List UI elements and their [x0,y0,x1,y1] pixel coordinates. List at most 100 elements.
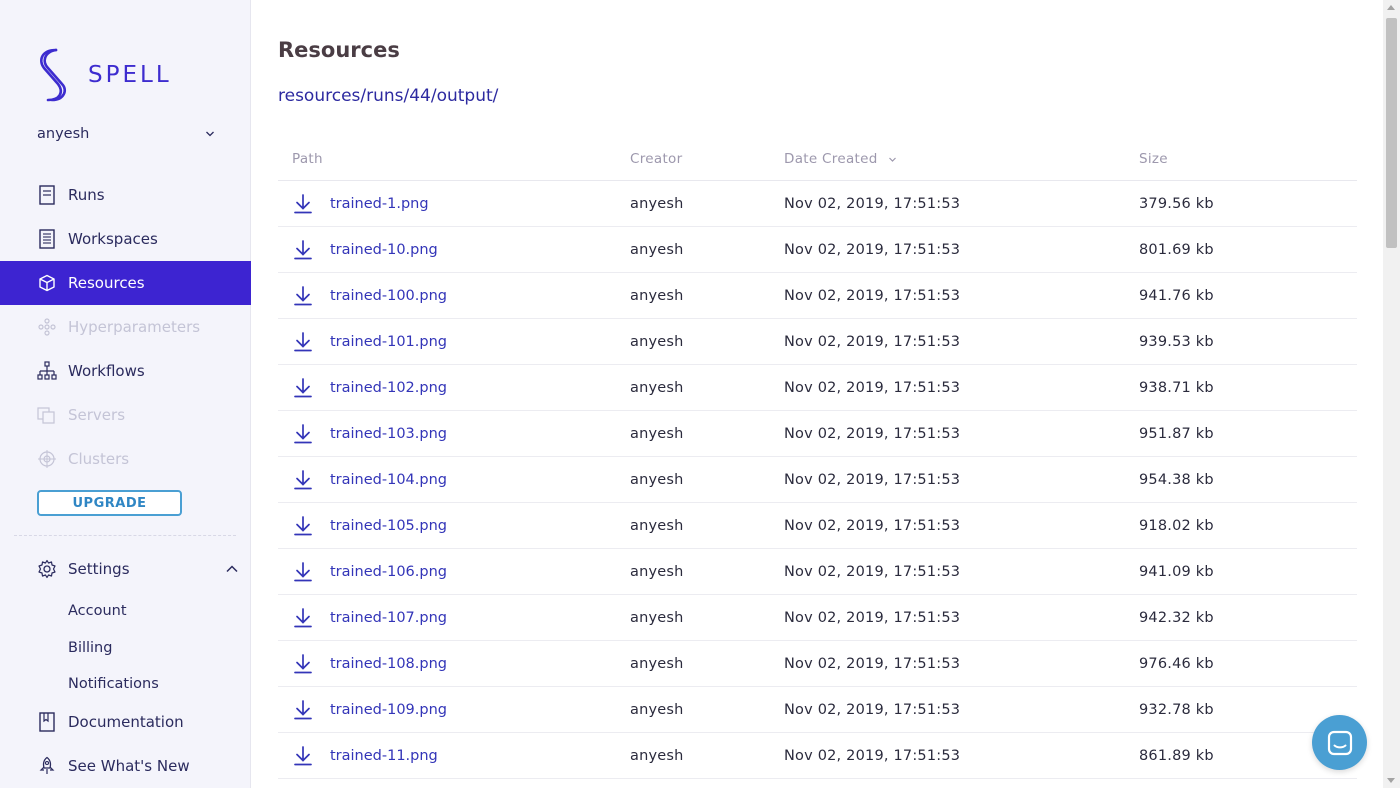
nav-label: Runs [68,186,105,204]
cell-creator: anyesh [630,517,684,534]
file-name-link[interactable]: trained-107.png [330,610,447,626]
table-body: trained-1.png anyesh Nov 02, 2019, 17:51:5… [278,181,1357,779]
spell-logo-icon [40,48,66,102]
scroll-up-arrow[interactable] [1387,5,1395,10]
file-name-link[interactable]: trained-108.png [330,656,447,672]
download-icon[interactable] [292,285,314,307]
cell-size: 932.78 kb [1139,701,1214,718]
download-icon[interactable] [292,515,314,537]
cell-size: 954.38 kb [1139,471,1214,488]
nav-item-workflows[interactable]: Workflows [0,349,251,393]
cell-creator: anyesh [630,655,684,672]
cell-date-created: Nov 02, 2019, 17:51:53 [784,655,961,672]
table-row[interactable]: trained-107.png anyesh Nov 02, 2019, 17:51… [278,595,1357,641]
cell-date-created: Nov 02, 2019, 17:51:53 [784,425,961,442]
nav-label: Servers [68,406,126,424]
subnav-item-billing[interactable]: Billing [68,630,159,667]
column-header-date-label: Date Created [784,151,878,167]
download-icon[interactable] [292,469,314,491]
download-icon[interactable] [292,423,314,445]
nav-item-hyperparameters[interactable]: Hyperparameters [0,305,251,349]
cell-date-created: Nov 02, 2019, 17:51:53 [784,471,961,488]
table-row[interactable]: trained-109.png anyesh Nov 02, 2019, 17:51… [278,687,1357,733]
table-row[interactable]: trained-108.png anyesh Nov 02, 2019, 17:51… [278,641,1357,687]
cell-size: 976.46 kb [1139,655,1214,672]
book-icon [37,712,57,732]
chat-launcher-button[interactable] [1312,715,1367,770]
chat-icon [1327,730,1352,755]
column-header-creator[interactable]: Creator [630,151,784,167]
file-name-link[interactable]: trained-101.png [330,334,447,350]
column-header-path[interactable]: Path [278,151,630,167]
cell-size: 918.02 kb [1139,517,1214,534]
download-icon[interactable] [292,561,314,583]
file-name-link[interactable]: trained-102.png [330,380,447,396]
download-icon[interactable] [292,377,314,399]
nav-item-whats-new[interactable]: See What's New [0,744,251,788]
nav-item-workspaces[interactable]: Workspaces [0,217,251,261]
file-name-link[interactable]: trained-100.png [330,288,447,304]
chevron-up-icon[interactable] [225,562,239,576]
subnav-item-account[interactable]: Account [68,593,159,630]
file-name-link[interactable]: trained-104.png [330,472,447,488]
upgrade-button[interactable]: UPGRADE [37,490,182,516]
file-name-link[interactable]: trained-106.png [330,564,447,580]
nav-item-settings[interactable]: Settings [0,547,251,591]
file-name-link[interactable]: trained-10.png [330,242,438,258]
subnav-item-notifications[interactable]: Notifications [68,666,159,703]
column-header-size[interactable]: Size [1139,151,1357,167]
column-header-date[interactable]: Date Created [784,151,1139,167]
user-switcher[interactable]: anyesh [37,126,215,142]
cell-size: 951.87 kb [1139,425,1214,442]
download-icon[interactable] [292,699,314,721]
cell-path: trained-109.png [278,699,630,721]
nav-label: Clusters [68,450,130,468]
download-icon[interactable] [292,193,314,215]
table-row[interactable]: trained-106.png anyesh Nov 02, 2019, 17:51… [278,549,1357,595]
table-row[interactable]: trained-101.png anyesh Nov 02, 2019, 17:51… [278,319,1357,365]
file-name-link[interactable]: trained-105.png [330,518,447,534]
cell-size: 942.32 kb [1139,609,1214,626]
table-row[interactable]: trained-105.png anyesh Nov 02, 2019, 17:51… [278,503,1357,549]
scrollbar-thumb[interactable] [1386,18,1397,248]
nav-item-servers[interactable]: Servers [0,393,251,437]
table-row[interactable]: trained-104.png anyesh Nov 02, 2019, 17:51… [278,457,1357,503]
download-icon[interactable] [292,239,314,261]
nav-item-documentation[interactable]: Documentation [0,700,251,744]
download-icon[interactable] [292,745,314,767]
table-row[interactable]: trained-10.png anyesh Nov 02, 2019, 17:51:… [278,227,1357,273]
file-name-link[interactable]: trained-109.png [330,702,447,718]
file-name-link[interactable]: trained-11.png [330,748,438,764]
nav-item-clusters[interactable]: Clusters [0,437,251,481]
download-icon[interactable] [292,653,314,675]
table-header: Path Creator Date Created Size [278,138,1357,181]
file-name-link[interactable]: trained-1.png [330,196,429,212]
brand-logo[interactable]: SPELL [34,46,172,104]
cell-creator: anyesh [630,241,684,258]
file-name-link[interactable]: trained-103.png [330,426,447,442]
scroll-down-arrow[interactable] [1387,778,1395,783]
cell-creator: anyesh [630,563,684,580]
cell-date-created: Nov 02, 2019, 17:51:53 [784,379,961,396]
table-row[interactable]: trained-102.png anyesh Nov 02, 2019, 17:51… [278,365,1357,411]
cell-date-created: Nov 02, 2019, 17:51:53 [784,609,961,626]
download-icon[interactable] [292,331,314,353]
page-title: Resources [278,38,400,62]
clusters-icon [37,449,57,469]
brand-name: SPELL [88,62,172,88]
download-icon[interactable] [292,607,314,629]
cell-path: trained-11.png [278,745,630,767]
nav-item-runs[interactable]: Runs [0,173,251,217]
nav-label: Workspaces [68,230,158,248]
cell-creator: anyesh [630,471,684,488]
page-scrollbar[interactable] [1383,0,1400,788]
table-row[interactable]: trained-103.png anyesh Nov 02, 2019, 17:51… [278,411,1357,457]
cell-path: trained-108.png [278,653,630,675]
table-row[interactable]: trained-11.png anyesh Nov 02, 2019, 17:51:… [278,733,1357,779]
table-row[interactable]: trained-100.png anyesh Nov 02, 2019, 17:51… [278,273,1357,319]
user-name: anyesh [37,126,90,142]
cell-creator: anyesh [630,425,684,442]
nav-item-resources[interactable]: Resources [0,261,251,305]
table-row[interactable]: trained-1.png anyesh Nov 02, 2019, 17:51:5… [278,181,1357,227]
breadcrumb[interactable]: resources/runs/44/output/ [278,86,498,106]
